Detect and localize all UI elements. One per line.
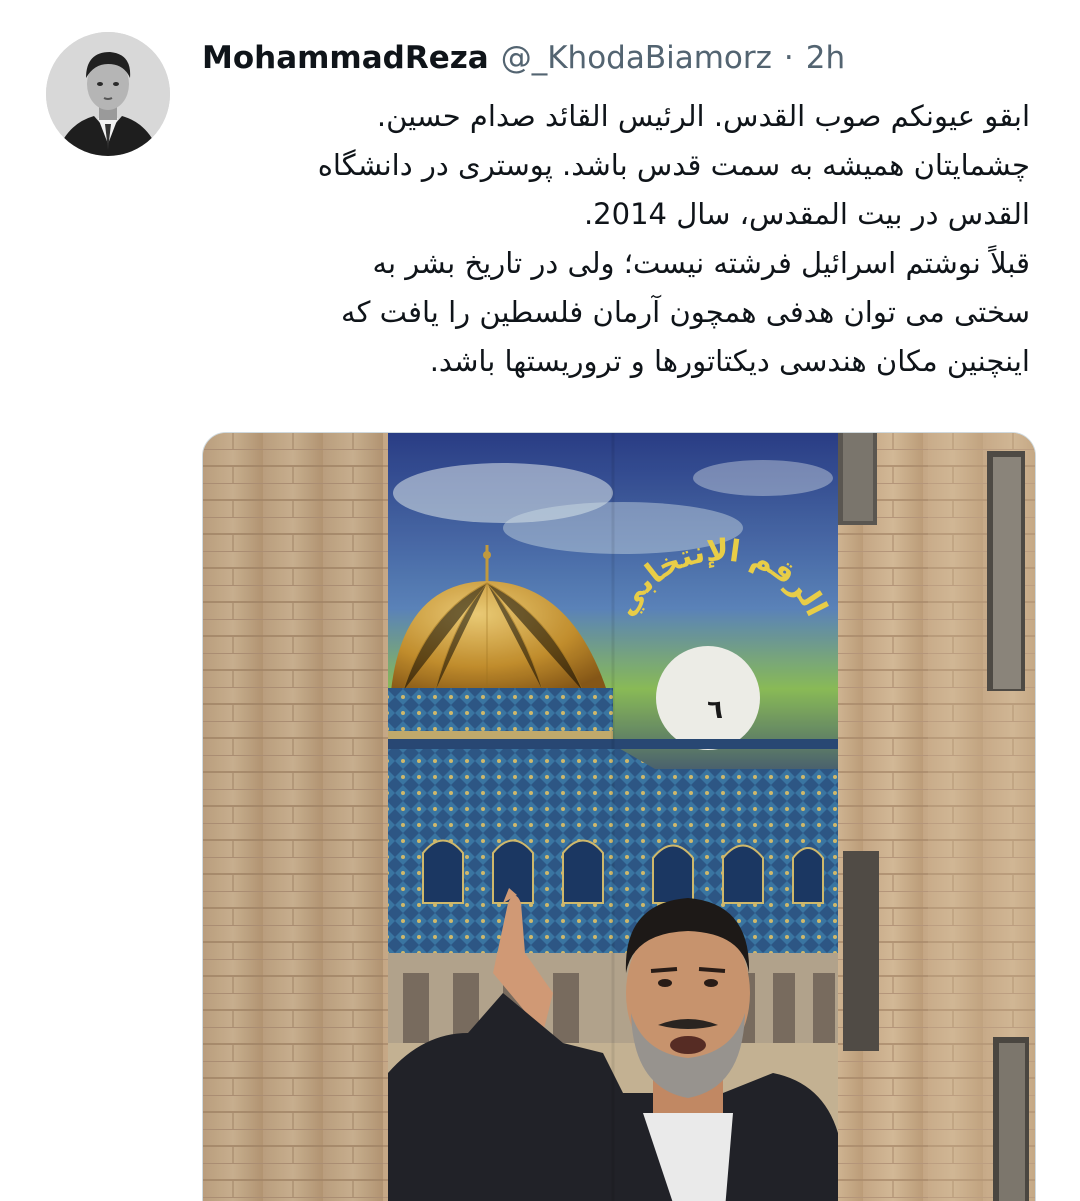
poster-banner: ٦ الرقم الإنتخابي [388,433,838,1201]
tweet-text-line: اینچنین مکان هندسی دیکتاتورها و تروریسته… [429,344,1030,378]
separator-dot: · [783,40,794,76]
portrait-avatar-icon [46,32,170,156]
tweet-text-line: القدس در بیت المقدس، سال 2014. [583,197,1030,231]
avatar[interactable] [46,32,170,156]
timestamp[interactable]: 2h [806,40,845,76]
tweet-text-line: سختی می توان هدفی همچون آرمان فلسطین را … [341,295,1030,329]
user-handle[interactable]: @_KhodaBiamorz [501,40,772,76]
tweet-text-line: قبلاً نوشتم اسرائیل فرشته نیست؛ ولی در ت… [372,246,1030,280]
poster-photo: ٦ الرقم الإنتخابي [203,433,1035,1201]
tweet-media-photo[interactable]: ٦ الرقم الإنتخابي [202,432,1036,1201]
tweet-text-line: ابقو عیونکم صوب القدس. الرئیس القائد صدا… [376,99,1030,133]
tweet-text-line: چشمایتان همیشه به سمت قدس باشد. پوستری د… [317,148,1030,182]
display-name[interactable]: MohammadReza [202,40,489,76]
tweet-text: ابقو عیونکم صوب القدس. الرئیس القائد صدا… [250,92,1030,386]
tweet: MohammadReza @_KhodaBiamorz · 2h ابقو عی… [0,0,1080,1201]
tweet-header: MohammadReza @_KhodaBiamorz · 2h [202,34,845,82]
